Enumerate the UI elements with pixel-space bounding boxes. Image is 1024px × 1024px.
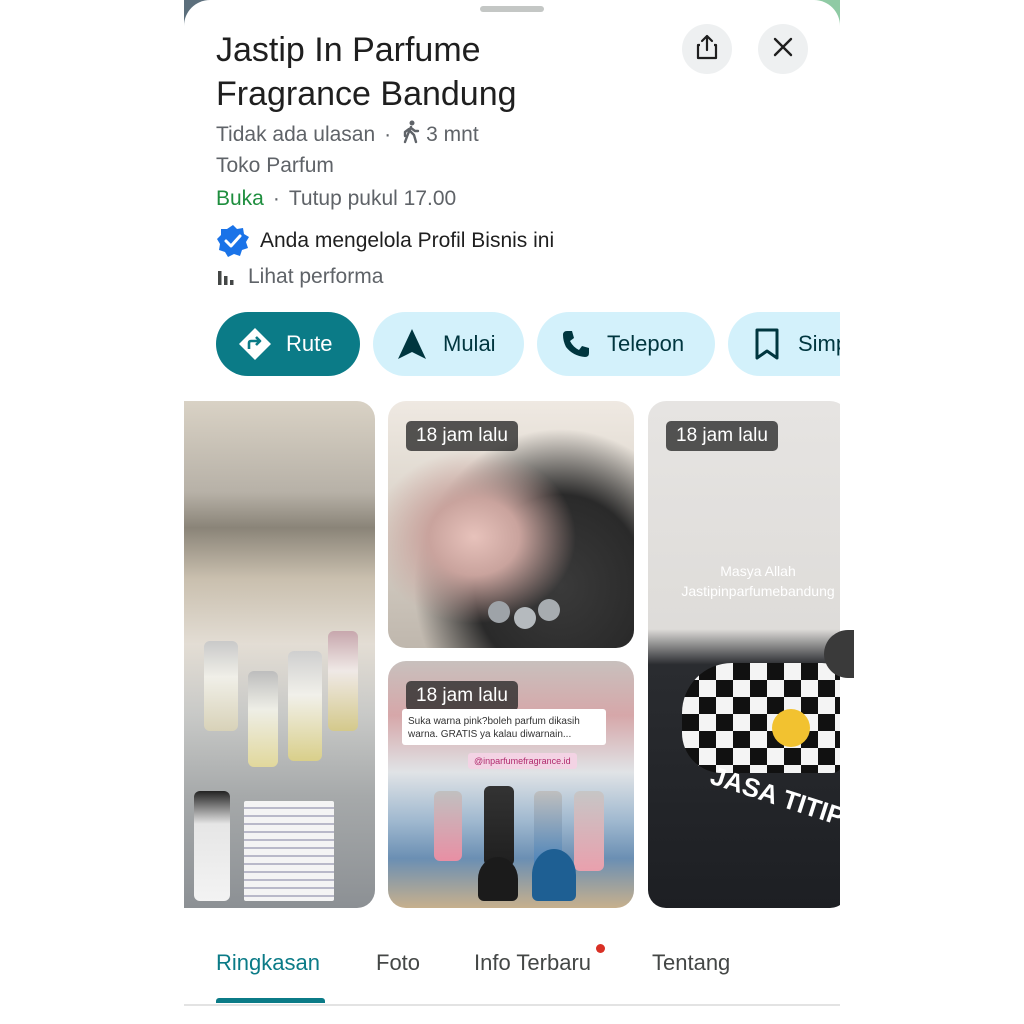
- verified-row[interactable]: Anda mengelola Profil Bisnis ini: [216, 224, 554, 258]
- share-icon: [695, 34, 719, 65]
- photo-motorbike[interactable]: 18 jam lalu Masya Allah Jastipinparfumeb…: [648, 401, 840, 908]
- call-button[interactable]: Telepon: [537, 312, 715, 376]
- smiley-sticker: [772, 709, 810, 747]
- drag-handle[interactable]: [480, 6, 544, 12]
- directions-button[interactable]: Rute: [216, 312, 360, 376]
- bottle-shape: [194, 791, 230, 901]
- photo-time-badge: 18 jam lalu: [406, 681, 518, 711]
- sheet-surface: Jastip In Parfume Fragrance Bandung Tida…: [184, 0, 840, 1024]
- bottle-shape: [204, 641, 238, 731]
- overlay-line2: Jastipinparfumebandung: [681, 583, 835, 599]
- walking-icon: [402, 120, 420, 150]
- bottle-shape: [484, 786, 514, 866]
- save-label: Simpan: [798, 331, 840, 356]
- photo-shelf-bottles[interactable]: [184, 401, 375, 908]
- photo-gallery: 18 jam lalu 18 jam lalu Suka warna pink?…: [184, 401, 840, 908]
- share-button[interactable]: [682, 24, 732, 74]
- story-tag: @inparfumefragrance.id: [468, 753, 577, 769]
- bottle-shape: [574, 791, 604, 871]
- tab-photos[interactable]: Foto: [376, 950, 420, 976]
- bottle-cap: [514, 607, 536, 629]
- close-button[interactable]: [758, 24, 808, 74]
- start-label: Mulai: [443, 331, 496, 356]
- tab-bar: Ringkasan Foto Info Terbaru Tentang: [184, 930, 840, 1006]
- bottle-shape: [248, 671, 278, 767]
- separator-dot: ·: [272, 187, 280, 210]
- open-status: Buka: [216, 187, 264, 210]
- hours-row[interactable]: Buka · Tutup pukul 17.00: [216, 187, 456, 211]
- close-icon: [772, 36, 794, 63]
- tab-updates[interactable]: Info Terbaru: [474, 950, 591, 976]
- photo-time-badge: 18 jam lalu: [666, 421, 778, 451]
- bottle-cap: [488, 601, 510, 623]
- photo-colored-bottles[interactable]: 18 jam lalu Suka warna pink?boleh parfum…: [388, 661, 634, 908]
- save-button[interactable]: Simpan: [728, 312, 840, 376]
- checkered-seat: [682, 663, 840, 773]
- overlay-line1: Masya Allah: [720, 563, 796, 579]
- review-walk-row: Tidak ada ulasan · 3 mnt: [216, 120, 479, 150]
- start-button[interactable]: Mulai: [373, 312, 524, 376]
- notification-dot: [596, 944, 605, 953]
- place-title: Jastip In Parfume Fragrance Bandung: [216, 31, 517, 113]
- verified-text: Anda mengelola Profil Bisnis ini: [260, 229, 555, 252]
- bottle-shape: [288, 651, 322, 761]
- bottle-shape: [328, 631, 358, 731]
- bottle-shape: [532, 849, 576, 901]
- active-tab-indicator: [216, 998, 325, 1003]
- place-bottom-sheet: Jastip In Parfume Fragrance Bandung Tida…: [184, 0, 854, 1024]
- performance-link[interactable]: Lihat performa: [216, 265, 383, 289]
- bookmark-icon: [750, 327, 784, 361]
- reviews-text: Tidak ada ulasan: [216, 123, 376, 146]
- navigation-arrow-icon: [395, 327, 429, 361]
- photo-time-badge: 18 jam lalu: [406, 421, 518, 451]
- closing-time: Tutup pukul 17.00: [288, 187, 457, 210]
- bottle-cap: [538, 599, 560, 621]
- walk-time: 3 mnt: [426, 123, 479, 146]
- bottle-shape: [434, 791, 462, 861]
- performance-text: Lihat performa: [248, 265, 384, 288]
- photo-bags[interactable]: 18 jam lalu: [388, 401, 634, 648]
- bar-chart-icon: [216, 267, 236, 287]
- background-map: [0, 0, 184, 1024]
- verified-badge-icon: [216, 224, 250, 258]
- story-caption: Suka warna pink?boleh parfum dikasih war…: [402, 709, 606, 745]
- tab-about[interactable]: Tentang: [652, 950, 730, 976]
- phone-icon: [559, 327, 593, 361]
- label-sheet: [244, 801, 334, 901]
- bottle-shape: [478, 857, 518, 901]
- directions-icon: [238, 327, 272, 361]
- directions-label: Rute: [286, 331, 333, 356]
- category-text: Toko Parfum: [216, 154, 334, 177]
- separator-dot: ·: [384, 123, 392, 146]
- action-chips: Rute Mulai Telepon Simpan: [216, 312, 840, 376]
- tab-overview[interactable]: Ringkasan: [216, 950, 320, 976]
- call-label: Telepon: [607, 331, 685, 356]
